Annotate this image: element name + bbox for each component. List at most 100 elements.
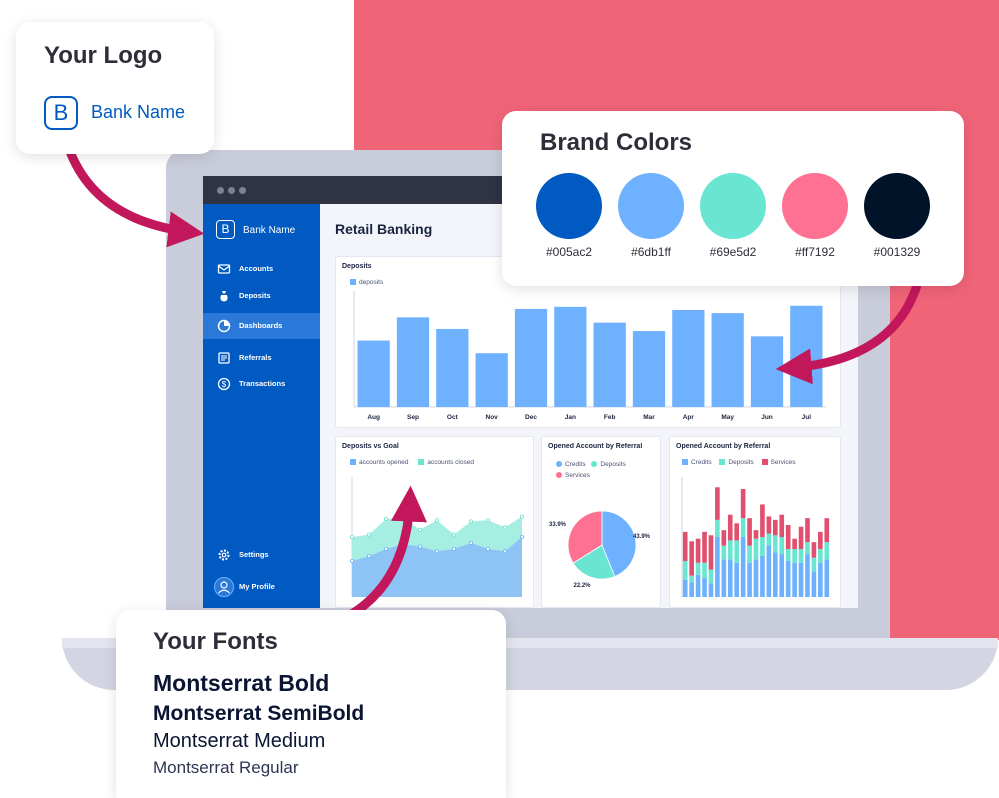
sidebar-item-accounts[interactable]: Accounts: [203, 256, 320, 282]
stacked-bar-segment: [779, 554, 785, 597]
brand-colors-card: Brand Colors #005ac2 #6db1ff #69e5d2 #ff…: [502, 111, 964, 286]
stacked-bar-segment: [785, 525, 791, 549]
stacked-bar-segment: [824, 518, 830, 543]
data-point: [485, 518, 490, 523]
sidebar-item-referrals[interactable]: Referrals: [203, 345, 320, 371]
bar: [711, 313, 744, 407]
data-point: [418, 544, 423, 549]
stacked-bar-segment: [760, 537, 765, 556]
x-tick-label: Oct: [447, 414, 459, 421]
x-tick-label: Nov: [486, 414, 499, 421]
x-tick-label: Sep: [407, 414, 419, 421]
sidebar-item-label: Dashboards: [239, 321, 283, 330]
stacked-bar-segment: [818, 549, 823, 563]
stacked-bar-segment: [798, 549, 804, 563]
stacked-bar-segment: [702, 562, 707, 579]
stacked-bar-segment: [792, 538, 797, 549]
referral-pie-card: Opened Account by Referral Credits Depos…: [541, 436, 661, 608]
stacked-bar-segment: [792, 562, 797, 597]
stacked-bar-segment: [747, 518, 752, 546]
logo-bank-name: Bank Name: [91, 102, 186, 122]
stacked-bar-segment: [818, 562, 823, 597]
x-tick-label: Jun: [761, 414, 773, 421]
data-point: [435, 518, 440, 523]
stacked-bar-segment: [689, 541, 694, 576]
envelope-icon: [217, 264, 231, 274]
sidebar-item-transactions[interactable]: $ Transactions: [203, 371, 320, 397]
stacked-bar-segment: [708, 583, 714, 597]
svg-text:$: $: [222, 380, 227, 389]
sidebar-item-label: Accounts: [239, 264, 274, 273]
stacked-bar-segment: [811, 557, 817, 572]
sidebar-item-my-profile[interactable]: My Profile: [203, 574, 320, 600]
stacked-bar-segment: [779, 537, 785, 555]
font-sample-regular: Montserrat Regular: [153, 758, 299, 777]
bar: [554, 306, 587, 407]
color-hex-label: #6db1ff: [631, 245, 671, 259]
x-tick-label: Jan: [565, 414, 576, 421]
bar: [357, 340, 390, 407]
data-point: [519, 535, 524, 540]
stacked-bar-segment: [708, 569, 714, 584]
sidebar-item-dashboards[interactable]: Dashboards: [203, 313, 320, 339]
stacked-bar-segment: [811, 571, 817, 597]
color-swatch-pink: [782, 173, 848, 239]
color-swatch-teal: [700, 173, 766, 239]
pie-value-label: 43.9%: [633, 534, 651, 540]
window-dot[interactable]: [239, 187, 246, 194]
data-point: [468, 519, 473, 524]
stacked-bar-segment: [766, 545, 772, 597]
avatar[interactable]: [214, 577, 234, 597]
window-dot[interactable]: [228, 187, 235, 194]
bar: [672, 309, 705, 407]
data-point: [452, 532, 457, 537]
stacked-bar-segment: [689, 575, 694, 583]
x-tick-label: Mar: [643, 414, 655, 421]
stacked-bar-segment: [734, 523, 740, 541]
bar: [593, 322, 626, 407]
stacked-bar-segment: [715, 537, 720, 597]
data-point: [366, 532, 371, 537]
stacked-bar-chart: [681, 477, 830, 597]
x-tick-label: Aug: [367, 414, 380, 421]
stacked-bar-segment: [727, 559, 733, 597]
sidebar-item-label: Deposits: [239, 291, 271, 300]
pie-value-label: 22.2%: [573, 583, 591, 589]
stacked-bar-segment: [702, 578, 707, 597]
stacked-bar-segment: [727, 514, 733, 541]
sidebar-item-label: Transactions: [239, 379, 286, 388]
pie-chart: 43.9% 22.2% 33.9%: [549, 510, 651, 589]
window-dot[interactable]: [217, 187, 224, 194]
stacked-bar-segment: [740, 537, 746, 597]
stacked-bar-segment: [734, 540, 740, 563]
sidebar-item-settings[interactable]: Settings: [203, 542, 320, 568]
stacked-bar-segment: [695, 562, 701, 575]
font-sample-medium: Montserrat Medium: [153, 730, 326, 752]
stacked-bar-segment: [760, 504, 765, 537]
stacked-bar-segment: [734, 562, 740, 597]
stacked-bar-segment: [766, 516, 772, 534]
deposits-vs-goal-card: Deposits vs Goal accounts opened account…: [335, 436, 534, 608]
x-tick-label: Feb: [604, 414, 616, 421]
data-point: [366, 554, 371, 559]
stacked-bar-segment: [715, 519, 720, 537]
stacked-bar-segment: [798, 562, 804, 597]
data-point: [349, 535, 354, 540]
stacked-bar-segment: [740, 518, 746, 537]
pie-chart-icon: [217, 319, 231, 333]
color-hex-label: #69e5d2: [709, 245, 757, 259]
x-tick-label: May: [721, 414, 734, 421]
stacked-bar-segment: [682, 531, 688, 561]
stacked-bar-segment: [753, 538, 759, 560]
sidebar-logo-icon[interactable]: B: [216, 220, 235, 239]
pie-value-label: 33.9%: [549, 522, 567, 528]
stacked-bar-segment: [727, 540, 733, 560]
bar: [514, 308, 548, 407]
stacked-bar-segment: [760, 555, 765, 597]
stacked-bar-segment: [798, 526, 804, 549]
data-point: [435, 549, 440, 554]
stacked-bar-segment: [824, 559, 830, 597]
stacked-bar-segment: [772, 552, 778, 597]
bar: [750, 336, 784, 407]
sidebar-item-deposits[interactable]: Deposits: [203, 283, 320, 309]
